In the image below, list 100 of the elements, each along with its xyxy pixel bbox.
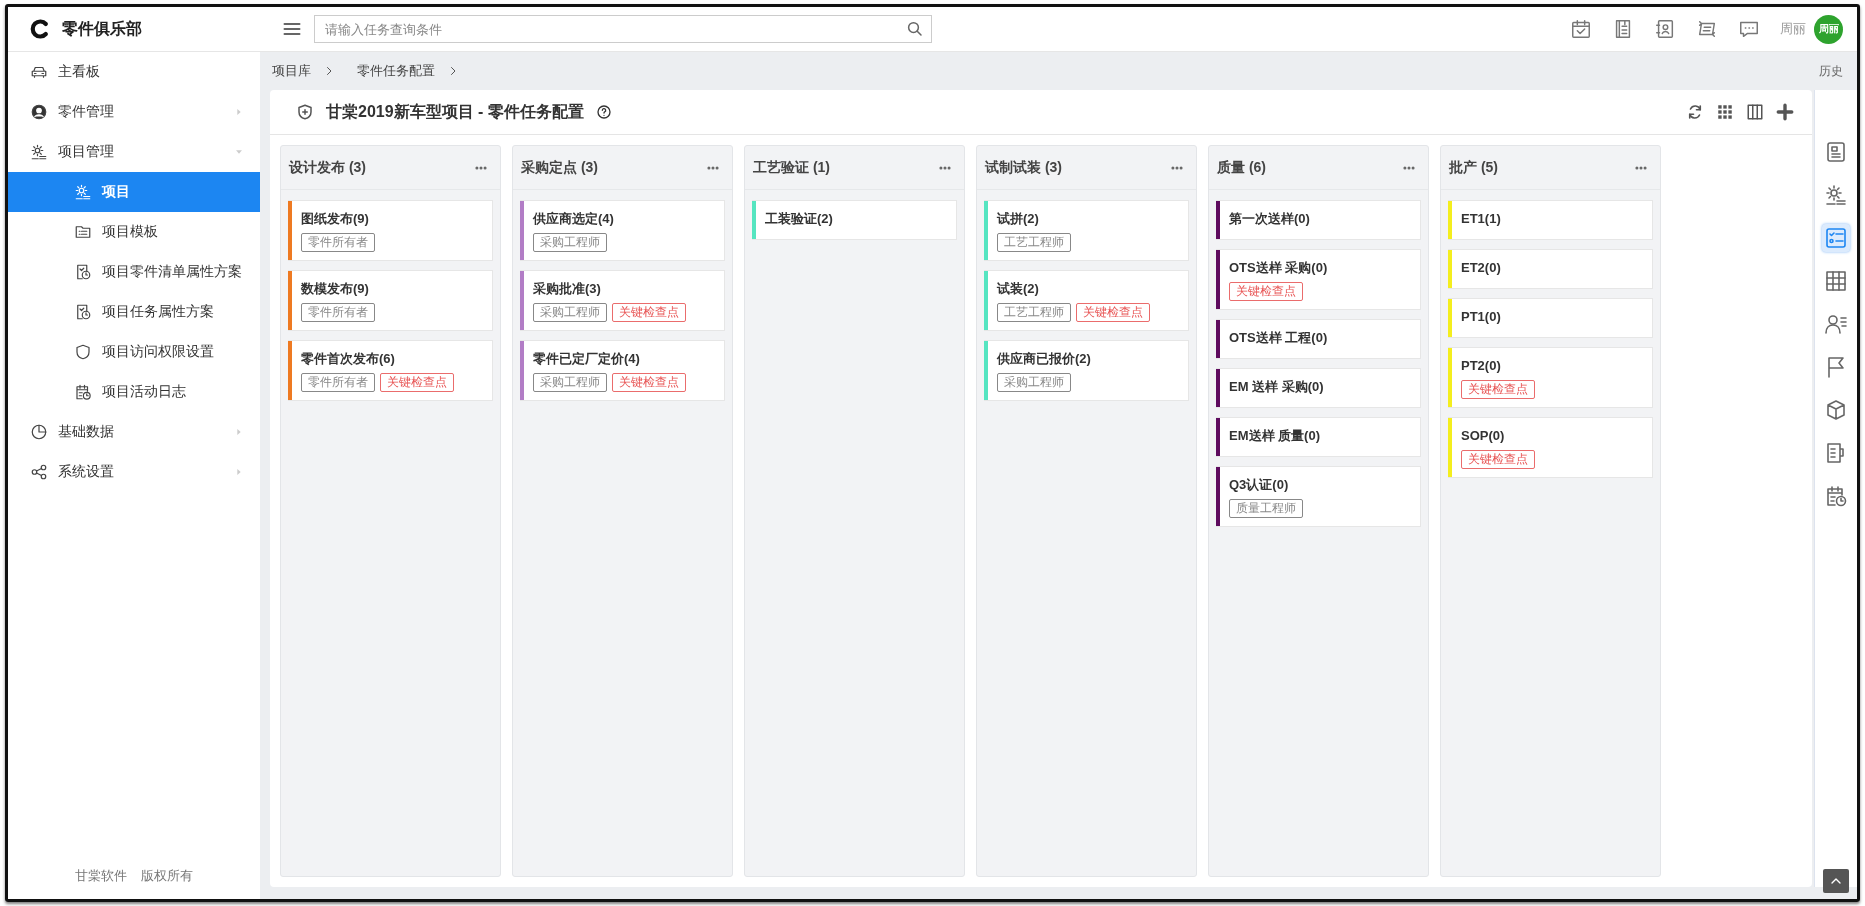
task-card[interactable]: EM送样 质量(0) [1216,417,1421,457]
sidebar-item[interactable]: 项目模板 [8,212,260,252]
checkpoint-tag: 关键检查点 [1229,282,1303,301]
task-card[interactable]: 供应商已报价(2) 采购工程师 [984,340,1189,401]
task-card[interactable]: 采购批准(3) 采购工程师 关键检查点 [520,270,725,331]
task-card[interactable]: 工装验证(2) [752,200,957,240]
checkpoint-tag: 关键检查点 [1461,450,1535,469]
logo-icon [30,19,50,39]
column-title: 采购定点 (3) [521,158,598,177]
role-tag: 工艺工程师 [997,233,1071,252]
grid-dots-icon[interactable] [1716,103,1734,121]
column-title: 批产 (5) [1449,158,1498,177]
shield-icon [74,343,92,361]
role-tag: 采购工程师 [533,373,607,392]
column-title: 设计发布 (3) [289,158,366,177]
shield-plus-icon [296,103,314,121]
role-tag: 采购工程师 [533,303,607,322]
role-tag: 工艺工程师 [997,303,1071,322]
share-nodes-icon [30,463,48,481]
task-card[interactable]: Q3认证(0) 质量工程师 [1216,466,1421,527]
card-title: OTS送样 采购(0) [1229,259,1329,277]
task-card[interactable]: ET2(0) [1448,249,1653,289]
role-tag: 零件所有者 [301,303,375,322]
card-title: 第一次送样(0) [1229,210,1311,228]
sidebar-item[interactable]: 项目活动日志 [8,372,260,412]
footer-text: 甘棠软件 [75,867,127,885]
footer-text: 版权所有 [141,867,193,885]
refresh-icon[interactable] [1686,103,1704,121]
scroll-top-button[interactable] [1823,869,1849,893]
task-card[interactable]: 试装(2) 工艺工程师 关键检查点 [984,270,1189,331]
breadcrumb-link[interactable]: 项目库 [272,62,311,80]
sidebar-item[interactable]: 零件管理 [8,92,260,132]
task-card[interactable]: PT2(0) 关键检查点 [1448,347,1653,408]
card-title: 供应商已报价(2) [997,350,1092,368]
sidebar-item[interactable]: 项目任务属性方案 [8,292,260,332]
breadcrumb-link[interactable]: 零件任务配置 [357,62,435,80]
card-title: EM 送样 采购(0) [1229,378,1325,396]
sidebar-item[interactable]: 项目管理 [8,132,260,172]
task-card[interactable]: PT1(0) [1448,298,1653,338]
sidebar-item[interactable]: 主看板 [8,52,260,92]
sidebar-item[interactable]: 基础数据 [8,412,260,452]
card-title: 试拼(2) [997,210,1040,228]
calendar-check-icon[interactable] [1570,18,1592,40]
checkpoint-tag: 关键检查点 [1076,303,1150,322]
card-title: 图纸发布(9) [301,210,370,228]
sidebar-item[interactable]: 项目 [8,172,260,212]
card-title: 采购批准(3) [533,280,602,298]
role-tag: 质量工程师 [1229,499,1303,518]
role-tag: 采购工程师 [533,233,607,252]
checkpoint-tag: 关键检查点 [380,373,454,392]
checkpoint-tag: 关键检查点 [612,303,686,322]
task-card[interactable]: 图纸发布(9) 零件所有者 [288,200,493,261]
card-title: 零件已定厂定价(4) [533,350,641,368]
task-card[interactable]: 数模发布(9) 零件所有者 [288,270,493,331]
card-title: SOP(0) [1461,427,1506,445]
task-card[interactable]: 零件已定厂定价(4) 采购工程师 关键检查点 [520,340,725,401]
checkpoint-tag: 关键检查点 [612,373,686,392]
card-title: 数模发布(9) [301,280,370,298]
role-tag: 采购工程师 [997,373,1071,392]
columns-icon[interactable] [1746,103,1764,121]
document-clock-icon [74,303,92,321]
task-card[interactable]: SOP(0) 关键检查点 [1448,417,1653,478]
sidebar-item[interactable]: 项目零件清单属性方案 [8,252,260,292]
task-card[interactable]: 第一次送样(0) [1216,200,1421,240]
app-title: 零件俱乐部 [62,18,142,39]
card-title: ET1(1) [1461,210,1502,228]
page-title: 甘棠2019新车型项目 - 零件任务配置 [326,101,584,122]
document-clock-icon [74,263,92,281]
column-title: 工艺验证 (1) [753,158,830,177]
task-card[interactable]: OTS送样 工程(0) [1216,319,1421,359]
search-field[interactable]: 请输入任务查询条件 [314,15,932,43]
sidebar-item[interactable]: 项目访问权限设置 [8,332,260,372]
task-card[interactable]: EM 送样 采购(0) [1216,368,1421,408]
card-title: Q3认证(0) [1229,476,1290,494]
search-icon[interactable] [906,20,924,38]
folder-list-icon [74,223,92,241]
contact-card-icon[interactable] [1654,18,1676,40]
help-icon[interactable] [595,104,612,120]
checklist-icon[interactable] [1822,224,1850,252]
calendar-clock-icon [74,383,92,401]
card-title: PT1(0) [1461,308,1502,326]
card-title: 供应商选定(4) [533,210,615,228]
task-card[interactable]: 试拼(2) 工艺工程师 [984,200,1189,261]
column-title: 试制试装 (3) [985,158,1062,177]
task-card[interactable]: 零件首次发布(6) 零件所有者 关键检查点 [288,340,493,401]
card-title: 工装验证(2) [765,210,834,228]
card-title: PT2(0) [1461,357,1502,375]
sidebar-item[interactable]: 系统设置 [8,452,260,492]
card-title: 零件首次发布(6) [301,350,396,368]
pie-chart-icon [30,423,48,441]
task-card[interactable]: 供应商选定(4) 采购工程师 [520,200,725,261]
history-link[interactable]: 历史 [1819,62,1843,80]
task-card[interactable]: ET1(1) [1448,200,1653,240]
role-tag: 零件所有者 [301,373,375,392]
card-title: 试装(2) [997,280,1040,298]
plus-icon[interactable] [1776,103,1794,121]
card-title: ET2(0) [1461,259,1502,277]
card-title: EM送样 质量(0) [1229,427,1321,445]
task-card[interactable]: OTS送样 采购(0) 关键检查点 [1216,249,1421,310]
user-circle-icon [30,103,48,121]
